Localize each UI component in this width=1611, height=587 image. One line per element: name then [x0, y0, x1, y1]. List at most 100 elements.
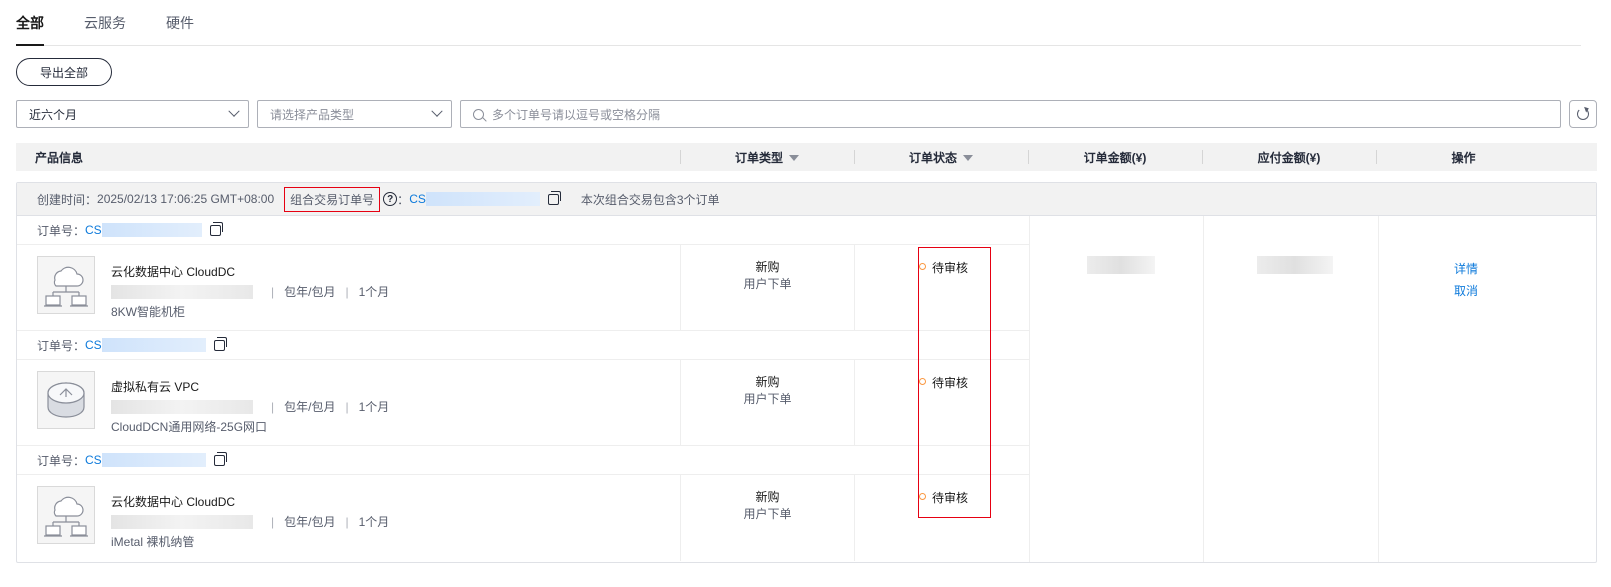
product-meta: | 包年/包月 | 1个月 [111, 512, 389, 532]
actions-cell: 详情 取消 [1378, 216, 1553, 562]
order-amount-cell [1029, 216, 1203, 562]
combo-order-header: 创建时间： 2025/02/13 17:06:25 GMT+08:00 组合交易… [17, 183, 1596, 216]
copy-icon[interactable] [547, 190, 561, 205]
order-type: 新购 [755, 260, 780, 274]
order-source: 用户下单 [743, 392, 792, 406]
refresh-button[interactable] [1569, 100, 1597, 128]
status-dot-icon [919, 493, 926, 500]
filter-bar: 近六个月 请选择产品类型 多个订单号请以逗号或空格分隔 [16, 100, 1597, 128]
order-status-cell: 待审核 [855, 475, 1029, 561]
vpc-router-icon [37, 371, 95, 429]
product-spec: iMetal 裸机纳管 [111, 535, 195, 549]
payable-amount-cell [1203, 216, 1378, 562]
order-source: 用户下单 [743, 507, 792, 521]
combo-order-group: 创建时间： 2025/02/13 17:06:25 GMT+08:00 组合交易… [16, 182, 1597, 563]
copy-icon[interactable] [213, 336, 227, 351]
order-number-row: 订单号： CS [17, 216, 1029, 245]
order-item-row: 云化数据中心 CloudDC | 包年/包月 | 1个月 8KW智能机柜 新购 … [17, 245, 1029, 331]
status-dot-icon [919, 378, 926, 385]
export-all-button[interactable]: 导出全部 [16, 58, 112, 86]
copy-icon[interactable] [209, 221, 223, 236]
filter-funnel-icon[interactable] [963, 155, 973, 161]
header-order-status[interactable]: 订单状态 [854, 143, 1028, 171]
status-badge: 待审核 [932, 376, 969, 390]
filter-funnel-icon[interactable] [789, 155, 799, 161]
product-meta: | 包年/包月 | 1个月 [111, 397, 389, 417]
product-name: 云化数据中心 CloudDC [111, 265, 236, 279]
status-dot-icon [919, 263, 926, 270]
order-type-cell: 新购 用户下单 [681, 360, 855, 445]
redacted-order-amount [1087, 256, 1155, 274]
header-order-amount: 订单金额(¥) [1028, 143, 1202, 171]
product-spec: 8KW智能机柜 [111, 305, 186, 319]
order-number-label: 订单号： [37, 223, 86, 238]
status-badge: 待审核 [932, 491, 969, 505]
table-header: 产品信息 订单类型 订单状态 订单金额(¥) 应付金额(¥) 操作 [16, 143, 1597, 171]
tab-cloud-services[interactable]: 云服务 [84, 13, 126, 45]
product-spec: CloudDCN通用网络-25G网口 [111, 420, 268, 434]
refresh-icon [1577, 108, 1589, 120]
help-icon[interactable]: ? [383, 192, 398, 206]
billing-mode: 包年/包月 [284, 515, 336, 529]
tab-all[interactable]: 全部 [16, 13, 44, 46]
created-label: 创建时间： [37, 192, 98, 207]
search-placeholder: 多个订单号请以逗号或空格分隔 [492, 107, 661, 122]
product-cell: 虚拟私有云 VPC | 包年/包月 | 1个月 CloudDCN通用网络-25G… [17, 360, 681, 445]
combo-order-label: 组合交易订单号 [284, 186, 381, 212]
copy-icon[interactable] [213, 451, 227, 466]
header-order-type[interactable]: 订单类型 [680, 143, 854, 171]
cancel-link[interactable]: 取消 [1379, 280, 1553, 302]
order-item-row: 云化数据中心 CloudDC | 包年/包月 | 1个月 iMetal 裸机纳管 [17, 475, 1029, 561]
duration: 1个月 [358, 400, 390, 414]
redacted-resource-id [111, 285, 253, 299]
order-number-row: 订单号： CS [17, 446, 1029, 475]
order-number-label: 订单号： [37, 338, 86, 353]
order-status-cell: 待审核 [855, 245, 1029, 330]
combo-order-body: 订单号： CS 云化数据中心 CloudDC | 包年/包月 | 1个月 8KW… [17, 216, 1596, 562]
order-number-link[interactable]: CS [85, 453, 206, 468]
order-number-link[interactable]: CS [85, 338, 206, 353]
detail-link[interactable]: 详情 [1379, 258, 1553, 280]
product-name: 虚拟私有云 VPC [111, 380, 200, 394]
order-number-label: 订单号： [37, 453, 86, 468]
order-type-cell: 新购 用户下单 [681, 245, 855, 330]
header-actions: 操作 [1376, 143, 1551, 171]
redacted-resource-id [111, 515, 253, 529]
order-item-row: 虚拟私有云 VPC | 包年/包月 | 1个月 CloudDCN通用网络-25G… [17, 360, 1029, 446]
tab-hardware[interactable]: 硬件 [166, 13, 194, 45]
product-cell: 云化数据中心 CloudDC | 包年/包月 | 1个月 iMetal 裸机纳管 [17, 475, 681, 561]
time-range-select[interactable]: 近六个月 [16, 100, 249, 128]
order-type: 新购 [755, 375, 780, 389]
tab-bar: 全部 云服务 硬件 [16, 0, 1581, 46]
product-cell: 云化数据中心 CloudDC | 包年/包月 | 1个月 8KW智能机柜 [17, 245, 681, 330]
combo-colon: ： [397, 192, 410, 207]
created-time: 2025/02/13 17:06:25 GMT+08:00 [97, 192, 275, 206]
order-search-input[interactable]: 多个订单号请以逗号或空格分隔 [460, 100, 1561, 128]
order-source: 用户下单 [743, 277, 792, 291]
time-range-value: 近六个月 [29, 107, 78, 122]
redacted-payable-amount [1257, 256, 1333, 274]
search-icon [473, 108, 484, 120]
cloud-network-icon [37, 486, 95, 544]
order-number-link[interactable]: CS [85, 223, 202, 238]
order-status-cell: 待审核 [855, 360, 1029, 445]
order-list: 订单号： CS 云化数据中心 CloudDC | 包年/包月 | 1个月 8KW… [17, 216, 1029, 562]
cloud-network-icon [37, 256, 95, 314]
header-product-info: 产品信息 [35, 150, 84, 165]
combo-order-id[interactable]: CS [409, 192, 540, 207]
product-name: 云化数据中心 CloudDC [111, 495, 236, 509]
redacted-resource-id [111, 400, 253, 414]
orders-page: 全部 云服务 硬件 导出全部 近六个月 请选择产品类型 多个订单号请以逗号或空格… [0, 0, 1611, 587]
chevron-down-icon [431, 105, 443, 117]
status-badge: 待审核 [932, 261, 969, 275]
product-type-placeholder: 请选择产品类型 [270, 107, 355, 122]
header-payable-amount: 应付金额(¥) [1202, 143, 1376, 171]
order-type: 新购 [755, 490, 780, 504]
billing-mode: 包年/包月 [284, 400, 336, 414]
product-meta: | 包年/包月 | 1个月 [111, 282, 389, 302]
product-type-select[interactable]: 请选择产品类型 [257, 100, 452, 128]
order-number-row: 订单号： CS [17, 331, 1029, 360]
duration: 1个月 [358, 285, 390, 299]
duration: 1个月 [358, 515, 390, 529]
billing-mode: 包年/包月 [284, 285, 336, 299]
